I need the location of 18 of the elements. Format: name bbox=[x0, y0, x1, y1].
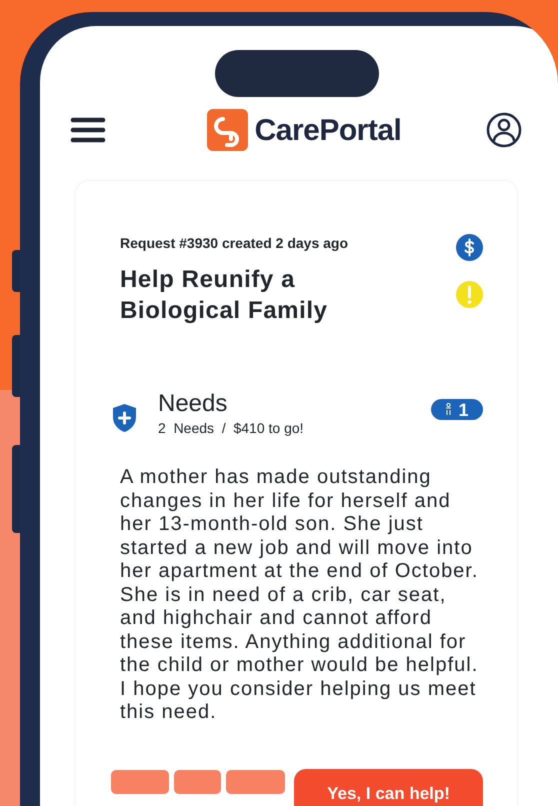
volunteer-badge: 1 bbox=[431, 399, 483, 420]
person-icon bbox=[445, 403, 452, 416]
profile-icon[interactable] bbox=[486, 112, 522, 148]
menu-icon[interactable] bbox=[70, 116, 106, 144]
section-heading: Needs bbox=[158, 390, 228, 418]
help-button[interactable]: Yes, I can help! bbox=[294, 768, 483, 806]
request-description: A mother has made outstanding changes in her life for herself and her 13-month-old son. She just started a new job and will move into her apartment at the end of October. She is in need of a crib, car seat, and highchair and cannot afford these items. Anything additional for the child or mother would be helpful. I hope you consider helping us meet this need. bbox=[120, 466, 480, 724]
placeholder-chip bbox=[111, 770, 169, 794]
shield-plus-icon bbox=[112, 403, 137, 433]
brand-name: CarePortal bbox=[254, 112, 402, 148]
placeholder-chip bbox=[174, 770, 222, 794]
needs-summary: 2 Needs / $410 to go! bbox=[158, 419, 305, 438]
placeholder-chip bbox=[226, 770, 286, 794]
request-meta: Request #3930 created 2 days ago bbox=[120, 234, 350, 253]
dollar-icon bbox=[456, 234, 483, 261]
logo-icon bbox=[206, 109, 248, 151]
alert-icon bbox=[456, 281, 483, 308]
request-title: Help Reunify a Biological Family bbox=[120, 265, 329, 326]
